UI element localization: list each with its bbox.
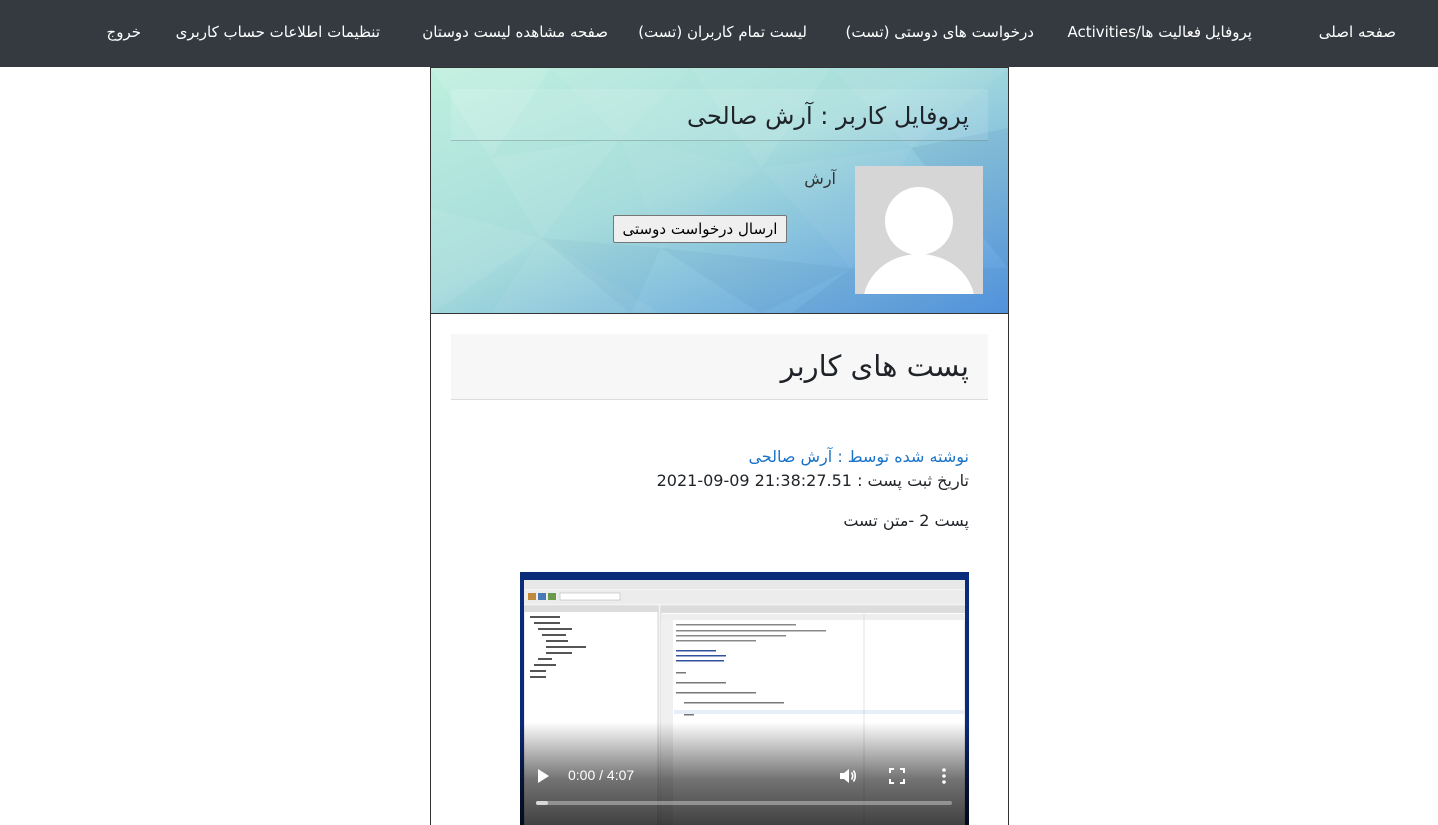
post-text: پست 2 -متن تست <box>843 511 969 530</box>
fullscreen-icon[interactable] <box>889 768 905 784</box>
more-options-icon[interactable] <box>938 767 950 785</box>
posts-section-header: پست های کاربر <box>451 334 988 400</box>
video-progress-fill <box>536 801 549 805</box>
volume-icon[interactable] <box>839 767 857 785</box>
nav-all-users-link[interactable]: لیست تمام کاربران (تست) <box>638 20 807 44</box>
nav-friend-requests-link[interactable]: درخواست های دوستی (تست) <box>846 20 1034 44</box>
send-friend-request-button[interactable]: ارسال درخواست دوستی <box>613 215 787 243</box>
post-date-label: تاریخ ثبت پست : <box>857 471 969 490</box>
video-progress-bar[interactable] <box>536 801 952 805</box>
post-date: تاریخ ثبت پست : 2021-09-09 21:38:27.51 <box>657 470 969 492</box>
profile-title-bar: پروفایل کاربر : آرش صالحی <box>451 89 988 141</box>
post-date-value: 2021-09-09 21:38:27.51 <box>656 471 852 490</box>
nav-account-settings-link[interactable]: تنظیمات اطلاعات حساب کاربری <box>176 20 380 44</box>
nav-activities-link[interactable]: فعالیت ها/Activities <box>1067 20 1201 44</box>
posts-section-title: پست های کاربر <box>780 349 969 383</box>
nav-home-link[interactable]: صفحه اصلی <box>1319 20 1396 44</box>
profile-card: پروفایل کاربر : آرش صالحی آرش ارسال درخو… <box>431 68 1008 314</box>
post-video-player[interactable]: 0:00 / 4:07 <box>520 572 969 825</box>
nav-friends-list-link[interactable]: صفحه مشاهده لیست دوستان <box>422 20 608 44</box>
profile-title: پروفایل کاربر : آرش صالحی <box>686 102 969 130</box>
main-container: پروفایل کاربر : آرش صالحی آرش ارسال درخو… <box>430 67 1009 825</box>
video-time-display: 0:00 / 4:07 <box>568 767 635 783</box>
nav-profile-link[interactable]: پروفایل <box>1205 20 1252 44</box>
top-navbar: صفحه اصلی پروفایل فعالیت ها/Activities د… <box>0 0 1438 67</box>
default-user-avatar-icon <box>855 166 983 294</box>
nav-logout-link[interactable]: خروج <box>107 20 141 44</box>
play-icon[interactable] <box>536 768 550 784</box>
profile-first-name: آرش <box>804 169 836 188</box>
post-author-link[interactable]: نوشته شده توسط : آرش صالحی <box>748 446 969 468</box>
